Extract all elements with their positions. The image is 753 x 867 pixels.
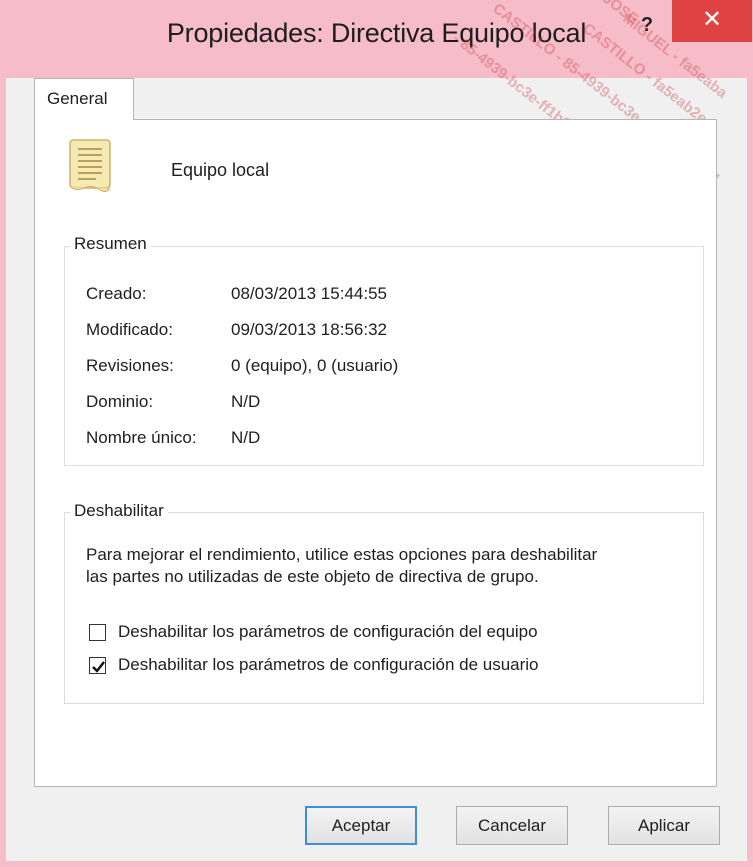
- document-icon: [69, 139, 111, 193]
- disable-user-checkbox[interactable]: [89, 657, 106, 674]
- disable-description-line: Para mejorar el rendimiento, utilice est…: [86, 545, 598, 564]
- resumen-title: Resumen: [70, 234, 151, 254]
- revisions-value: 0 (equipo), 0 (usuario): [231, 356, 399, 375]
- created-label: Creado:: [86, 284, 147, 303]
- modified-label: Modificado:: [86, 320, 173, 339]
- gpo-name: Equipo local: [171, 160, 270, 180]
- disable-description: Para mejorar el rendimiento, utilice est…: [86, 544, 706, 588]
- disable-computer-label[interactable]: Deshabilitar los parámetros de configura…: [118, 622, 538, 642]
- unique-name-label: Nombre único:: [86, 428, 197, 447]
- domain-label: Dominio:: [86, 392, 154, 411]
- unique-name-value: N/D: [231, 428, 261, 447]
- domain-value: N/D: [231, 392, 261, 411]
- modified-value: 09/03/2013 18:56:32: [231, 320, 387, 339]
- title-bar[interactable]: Propiedades: Directiva Equipo local ? ✕: [0, 0, 753, 78]
- disable-user-label[interactable]: Deshabilitar los parámetros de configura…: [118, 655, 539, 675]
- checkmark-icon: [92, 661, 105, 673]
- disable-computer-checkbox[interactable]: [89, 624, 106, 641]
- ok-button[interactable]: Aceptar: [305, 806, 417, 845]
- disable-group: [64, 512, 704, 704]
- revisions-label: Revisiones:: [86, 356, 174, 375]
- created-value: 08/03/2013 15:44:55: [231, 284, 387, 303]
- tab-general-label: General: [47, 89, 108, 108]
- cancel-button[interactable]: Cancelar: [456, 806, 568, 845]
- disable-description-line: las partes no utilizadas de este objeto …: [86, 567, 539, 586]
- disable-title: Deshabilitar: [70, 501, 168, 521]
- tab-general[interactable]: General: [34, 78, 134, 120]
- close-button[interactable]: ✕: [672, 0, 752, 42]
- help-button[interactable]: ?: [632, 10, 662, 40]
- apply-button[interactable]: Aplicar: [608, 806, 720, 845]
